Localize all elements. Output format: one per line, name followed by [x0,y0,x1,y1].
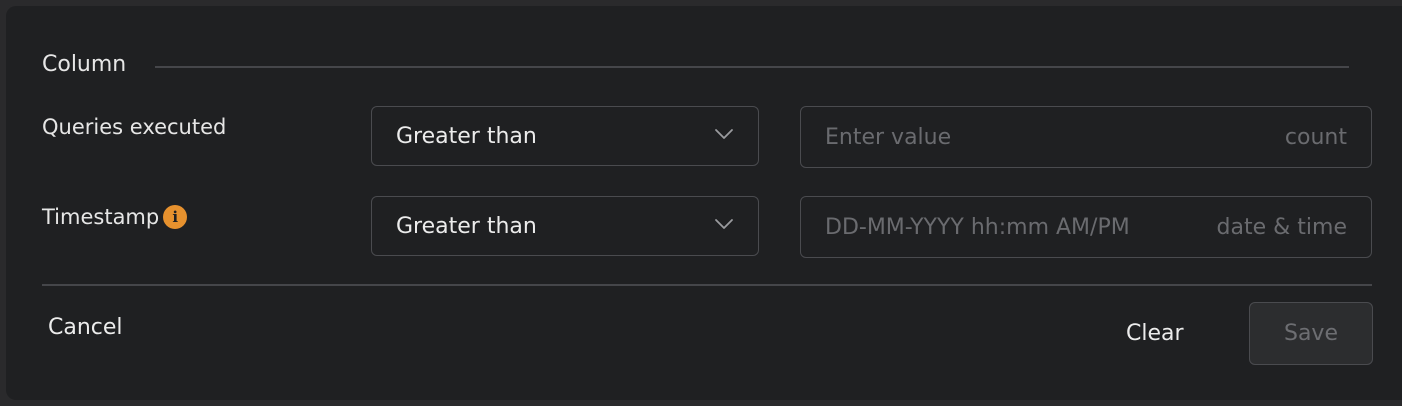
chevron-down-icon [715,219,733,229]
unit-suffix: count [1284,124,1347,150]
footer-divider [42,284,1372,286]
unit-suffix: date & time [1216,214,1347,240]
value-field-queries-executed[interactable]: count [800,106,1372,168]
chevron-down-icon [715,129,733,139]
operator-select-value: Greater than [396,123,537,149]
row-label-text: Queries executed [42,115,227,139]
operator-select-timestamp[interactable]: Greater than [371,196,759,256]
filter-panel: Column Queries executed Greater than cou… [6,6,1402,400]
clear-button[interactable]: Clear [1126,320,1184,348]
save-button[interactable]: Save [1249,302,1373,365]
info-icon[interactable]: i [163,205,188,229]
row-label-queries-executed: Queries executed [42,113,226,141]
count-input[interactable] [825,124,1285,150]
value-field-timestamp[interactable]: date & time [800,196,1372,258]
row-label-text: Timestamp [42,205,160,229]
datetime-input[interactable] [825,214,1217,240]
row-label-timestamp: Timestamp i [42,203,188,231]
operator-select-value: Greater than [396,213,537,239]
operator-select-queries-executed[interactable]: Greater than [371,106,759,166]
section-divider [155,66,1349,68]
cancel-button[interactable]: Cancel [48,314,123,342]
section-title: Column [42,52,127,77]
